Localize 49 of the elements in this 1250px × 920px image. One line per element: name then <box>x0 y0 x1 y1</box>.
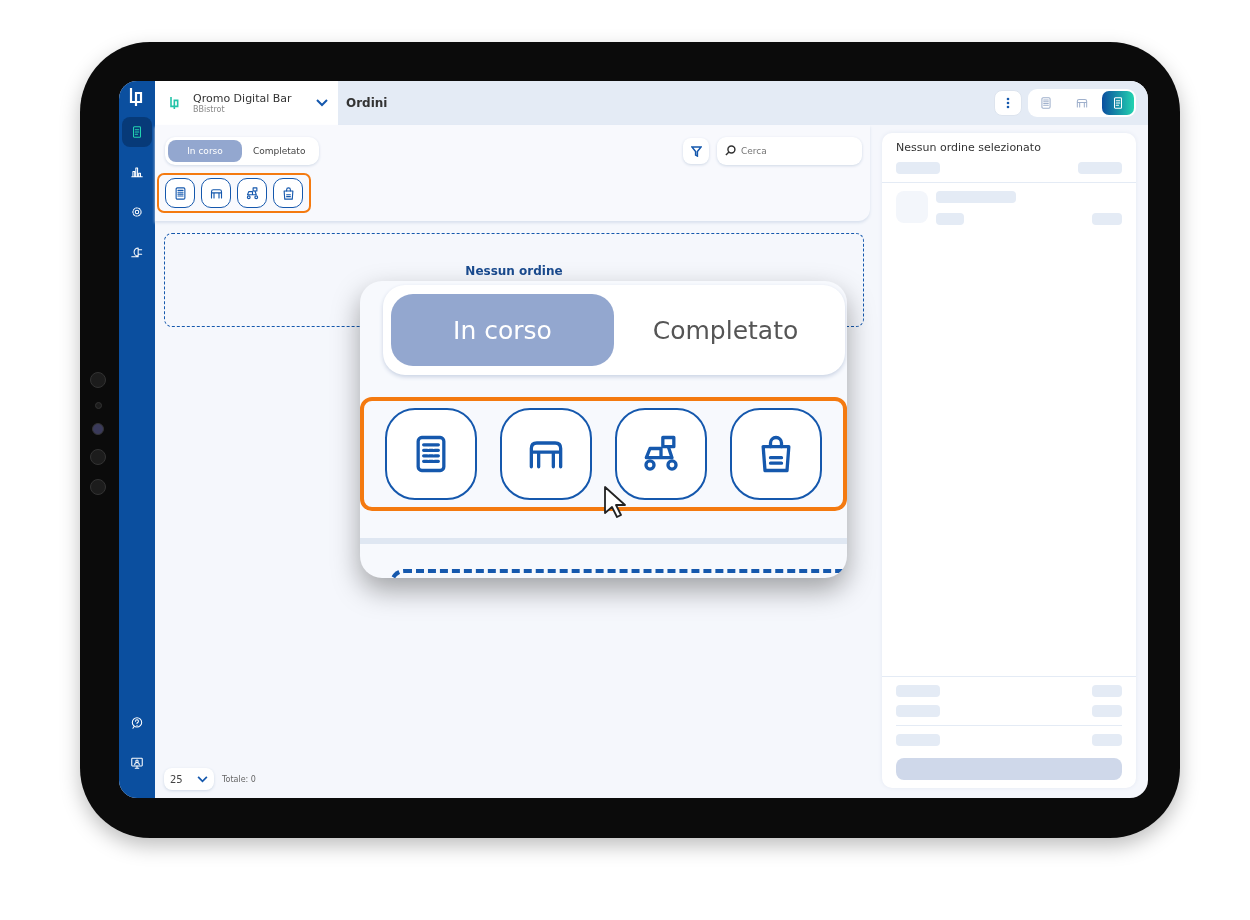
monitor-icon <box>130 756 144 770</box>
help-icon <box>130 716 144 730</box>
service-filter-button[interactable] <box>165 178 195 208</box>
venue-subtitle: BBistrot <box>193 105 226 114</box>
more-icon <box>1006 97 1010 109</box>
panel-title: Nessun ordine selezionato <box>895 140 1042 156</box>
skeleton-bar <box>896 162 940 174</box>
view-button[interactable] <box>1102 91 1134 115</box>
tab[interactable]: Completato <box>614 294 837 366</box>
chevron-down-icon <box>197 775 208 783</box>
logo <box>169 96 181 110</box>
receipt-icon <box>1111 96 1125 110</box>
venue-name: Qromo Digital Bar <box>193 92 293 105</box>
chevron-down-icon <box>316 99 328 107</box>
empty-state-text: Nessun ordine <box>465 264 563 280</box>
skeleton-bar <box>1092 685 1122 697</box>
skeleton-bar <box>1092 213 1122 225</box>
page-title: Ordini <box>346 96 389 110</box>
skeleton-bar <box>896 734 940 746</box>
table-icon <box>1075 96 1089 110</box>
search-icon <box>725 145 736 156</box>
service-filter-button[interactable] <box>730 408 822 500</box>
receipt-icon <box>130 125 144 139</box>
bar-chart-icon <box>130 165 144 179</box>
service-filter-button[interactable] <box>237 178 267 208</box>
tab[interactable]: Completato <box>242 140 316 162</box>
venue-selector[interactable]: Qromo Digital Bar BBistrot <box>155 81 338 125</box>
skeleton-bar <box>896 705 940 717</box>
total-count: Totale: 0 <box>222 774 256 784</box>
search-field[interactable]: Cerca <box>717 137 862 165</box>
skeleton-bar <box>1078 162 1122 174</box>
cursor-icon <box>603 485 627 519</box>
skeleton-bar <box>896 685 940 697</box>
filter-icon <box>690 145 702 157</box>
sidebar-item[interactable] <box>122 117 152 147</box>
gear-icon <box>130 205 144 219</box>
skeleton-bar <box>1092 705 1122 717</box>
page-size-select[interactable]: 25 <box>164 768 214 790</box>
service-filter-button[interactable] <box>615 408 707 500</box>
filter-button[interactable] <box>683 138 709 164</box>
service-filter-button[interactable] <box>273 178 303 208</box>
service-filter-button[interactable] <box>201 178 231 208</box>
skeleton-bar <box>1092 734 1122 746</box>
plug-icon <box>130 245 144 259</box>
service-filter-button[interactable] <box>500 408 592 500</box>
skeleton-bar <box>936 213 964 225</box>
scooter-icon <box>244 185 260 201</box>
sensor-dot <box>94 402 102 409</box>
service-filter-button[interactable] <box>385 408 477 500</box>
